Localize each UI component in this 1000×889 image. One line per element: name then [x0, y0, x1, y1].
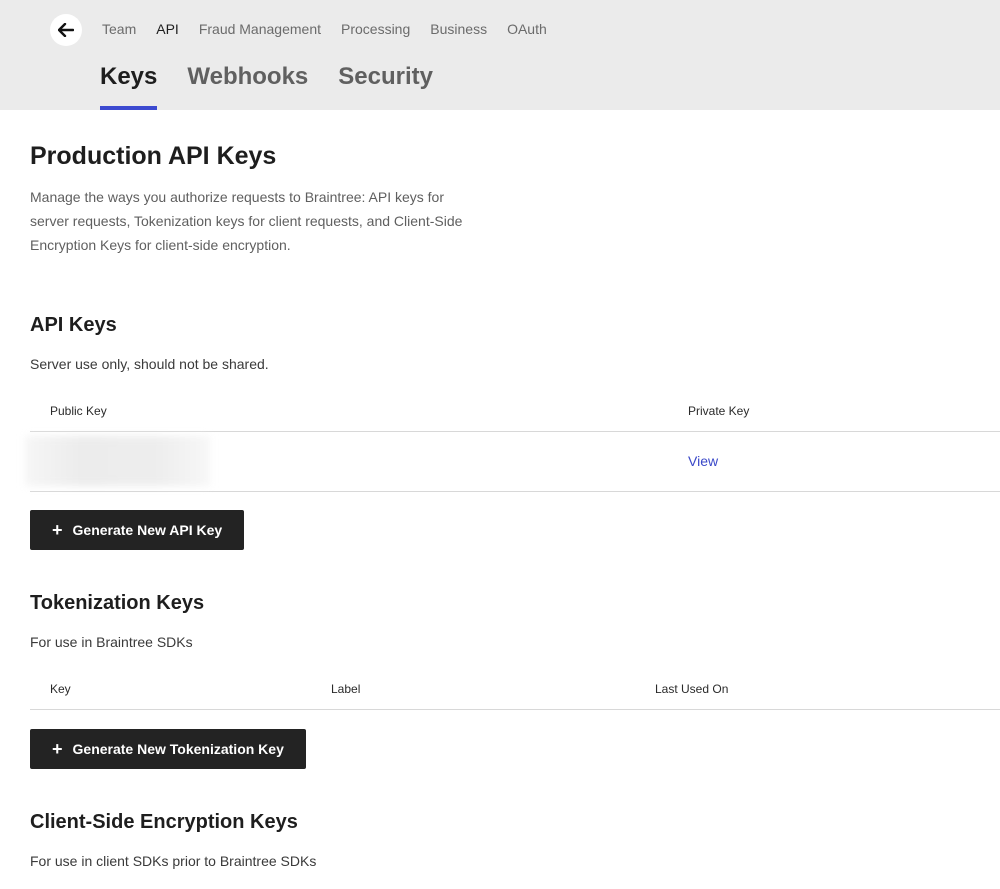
nav-processing[interactable]: Processing	[341, 20, 410, 38]
column-last-used-on: Last Used On	[655, 682, 729, 696]
generate-api-key-label: Generate New API Key	[72, 522, 223, 538]
plus-icon: +	[52, 520, 63, 540]
tab-security[interactable]: Security	[338, 60, 433, 110]
api-subtabs: Keys Webhooks Security	[100, 60, 463, 110]
settings-nav: Team API Fraud Management Processing Bus…	[102, 20, 567, 38]
cse-keys-title: Client-Side Encryption Keys	[30, 811, 298, 833]
plus-icon: +	[52, 739, 63, 759]
api-keys-subtitle: Server use only, should not be shared.	[30, 356, 269, 372]
page-description: Manage the ways you authorize requests t…	[30, 189, 463, 253]
tab-webhooks[interactable]: Webhooks	[187, 60, 308, 110]
cse-keys-subtitle: For use in client SDKs prior to Braintre…	[30, 853, 317, 869]
column-private-key: Private Key	[688, 404, 750, 418]
tokenization-keys-subtitle: For use in Braintree SDKs	[30, 634, 193, 650]
nav-team[interactable]: Team	[102, 20, 136, 38]
table-row: View	[25, 432, 1000, 492]
column-key: Key	[50, 682, 71, 696]
view-private-key-link[interactable]: View	[688, 453, 718, 469]
api-keys-table-header: Public Key Private Key	[30, 391, 1000, 432]
nav-oauth[interactable]: OAuth	[507, 20, 547, 38]
nav-business[interactable]: Business	[430, 20, 487, 38]
redacted-public-key	[25, 436, 210, 486]
tokenization-keys-table-header: Key Label Last Used On	[30, 669, 1000, 710]
column-public-key: Public Key	[50, 404, 107, 418]
tab-keys[interactable]: Keys	[100, 60, 158, 110]
column-label: Label	[331, 682, 361, 696]
api-keys-title: API Keys	[30, 314, 117, 336]
generate-tokenization-key-button[interactable]: + Generate New Tokenization Key	[30, 729, 306, 769]
tokenization-keys-title: Tokenization Keys	[30, 592, 205, 614]
page-title: Production API Keys	[30, 142, 277, 170]
back-button[interactable]	[50, 14, 82, 46]
nav-api[interactable]: API	[156, 20, 179, 38]
settings-header: Team API Fraud Management Processing Bus…	[0, 0, 1000, 110]
nav-fraud-management[interactable]: Fraud Management	[199, 20, 321, 38]
generate-tokenization-key-label: Generate New Tokenization Key	[72, 741, 284, 757]
arrow-left-icon	[58, 23, 74, 37]
generate-api-key-button[interactable]: + Generate New API Key	[30, 510, 245, 550]
